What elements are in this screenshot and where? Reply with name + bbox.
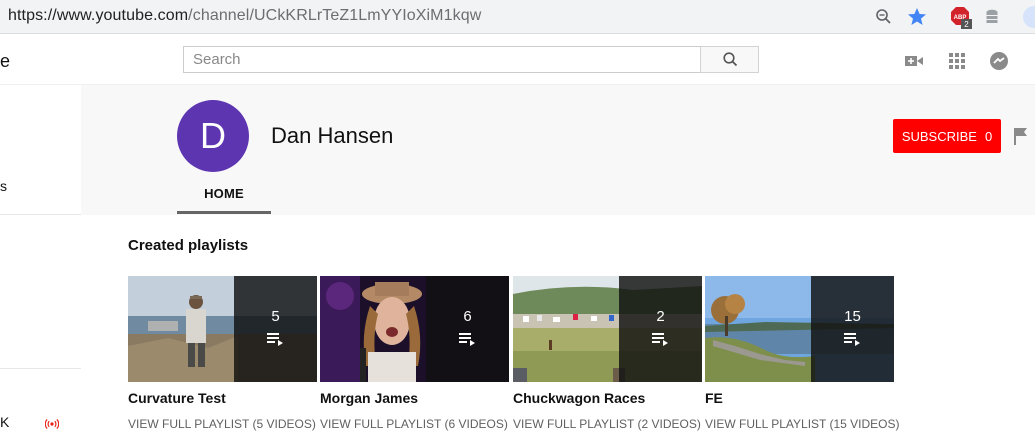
search-box — [183, 46, 701, 73]
subscribe-button[interactable]: SUBSCRIBE 0 — [893, 119, 1001, 153]
browser-toolbar: https://www.youtube.com/channel/UCkKRLrT… — [0, 0, 1035, 34]
address-bar[interactable]: https://www.youtube.com/channel/UCkKRLrT… — [8, 7, 481, 25]
logo-fragment[interactable]: e — [0, 51, 10, 72]
view-full-playlist-link[interactable]: VIEW FULL PLAYLIST (6 VIDEOS) — [320, 417, 509, 431]
channel-header: D Dan Hansen SUBSCRIBE 0 HOME — [81, 85, 1035, 215]
playlist-count-overlay: 5 — [234, 276, 317, 382]
playlist-icon — [652, 333, 668, 346]
adblock-badge: 2 — [964, 20, 969, 29]
view-full-playlist-link[interactable]: VIEW FULL PLAYLIST (15 VIDEOS) — [705, 417, 900, 431]
playlist-icon — [267, 333, 283, 346]
playlist-count-overlay: 2 — [619, 276, 702, 382]
url-path: /channel/UCkKRLrTeZ1LmYYIoXiM1kqw — [188, 7, 482, 24]
search-button[interactable] — [700, 46, 759, 73]
playlist-video-count: 2 — [656, 308, 665, 325]
search-input[interactable] — [184, 47, 700, 72]
sidebar-divider — [0, 214, 81, 215]
playlist-icon — [844, 333, 860, 346]
sidebar-item-label[interactable]: s — [0, 178, 7, 194]
live-icon — [44, 417, 60, 430]
adblock-icon[interactable]: ABP 2 — [949, 6, 972, 29]
sidebar-divider — [0, 368, 81, 369]
section-title: Created playlists — [128, 237, 249, 254]
playlist-count-overlay: 6 — [426, 276, 509, 382]
playlist-card: 2 Chuckwagon Races VIEW FULL PLAYLIST (2… — [513, 276, 702, 431]
playlist-title[interactable]: Curvature Test — [128, 390, 317, 406]
avatar[interactable]: D — [177, 100, 249, 172]
create-video-icon[interactable] — [904, 51, 924, 71]
playlist-thumbnail[interactable]: 15 — [705, 276, 894, 382]
playlist-video-count: 5 — [271, 308, 280, 325]
view-full-playlist-link[interactable]: VIEW FULL PLAYLIST (2 VIDEOS) — [513, 417, 702, 431]
playlist-title[interactable]: Chuckwagon Races — [513, 390, 702, 406]
sidebar-item-label[interactable]: K — [0, 414, 9, 430]
playlist-title[interactable]: FE — [705, 390, 894, 406]
playlist-title[interactable]: Morgan James — [320, 390, 509, 406]
playlist-thumbnail[interactable]: 2 — [513, 276, 702, 382]
messages-icon[interactable] — [989, 51, 1009, 71]
subscribe-label: SUBSCRIBE — [901, 128, 977, 144]
playlist-card: 6 Morgan James VIEW FULL PLAYLIST (6 VID… — [320, 276, 509, 431]
playlist-thumbnail[interactable]: 5 — [128, 276, 317, 382]
playlist-video-count: 15 — [844, 308, 861, 325]
playlist-card: 5 Curvature Test VIEW FULL PLAYLIST (5 V… — [128, 276, 317, 431]
tab-home[interactable]: HOME — [177, 177, 271, 214]
masthead: e — [0, 35, 1035, 85]
playlist-thumbnail[interactable]: 6 — [320, 276, 509, 382]
playlist-count-overlay: 15 — [811, 276, 894, 382]
view-full-playlist-link[interactable]: VIEW FULL PLAYLIST (5 VIDEOS) — [128, 417, 317, 431]
tab-home-label: HOME — [204, 186, 244, 201]
zoom-icon[interactable] — [873, 6, 895, 28]
flag-icon[interactable] — [1013, 127, 1029, 145]
bookmark-star-icon[interactable] — [906, 6, 928, 28]
playlist-video-count: 6 — [463, 308, 472, 325]
apps-grid-icon[interactable] — [947, 51, 967, 71]
url-host: https://www.youtube.com — [8, 7, 189, 24]
playlist-card: 15 FE VIEW FULL PLAYLIST (15 VIDEOS) — [705, 276, 900, 431]
search-icon — [723, 52, 738, 67]
playlist-icon — [459, 333, 475, 346]
channel-name: Dan Hansen — [271, 123, 394, 148]
subscriber-count: 0 — [984, 128, 993, 144]
profile-icon[interactable] — [1023, 6, 1035, 28]
extension-stack-icon[interactable] — [981, 6, 1003, 28]
tab-indicator — [177, 211, 271, 214]
guide-sidebar: s K — [0, 85, 81, 445]
